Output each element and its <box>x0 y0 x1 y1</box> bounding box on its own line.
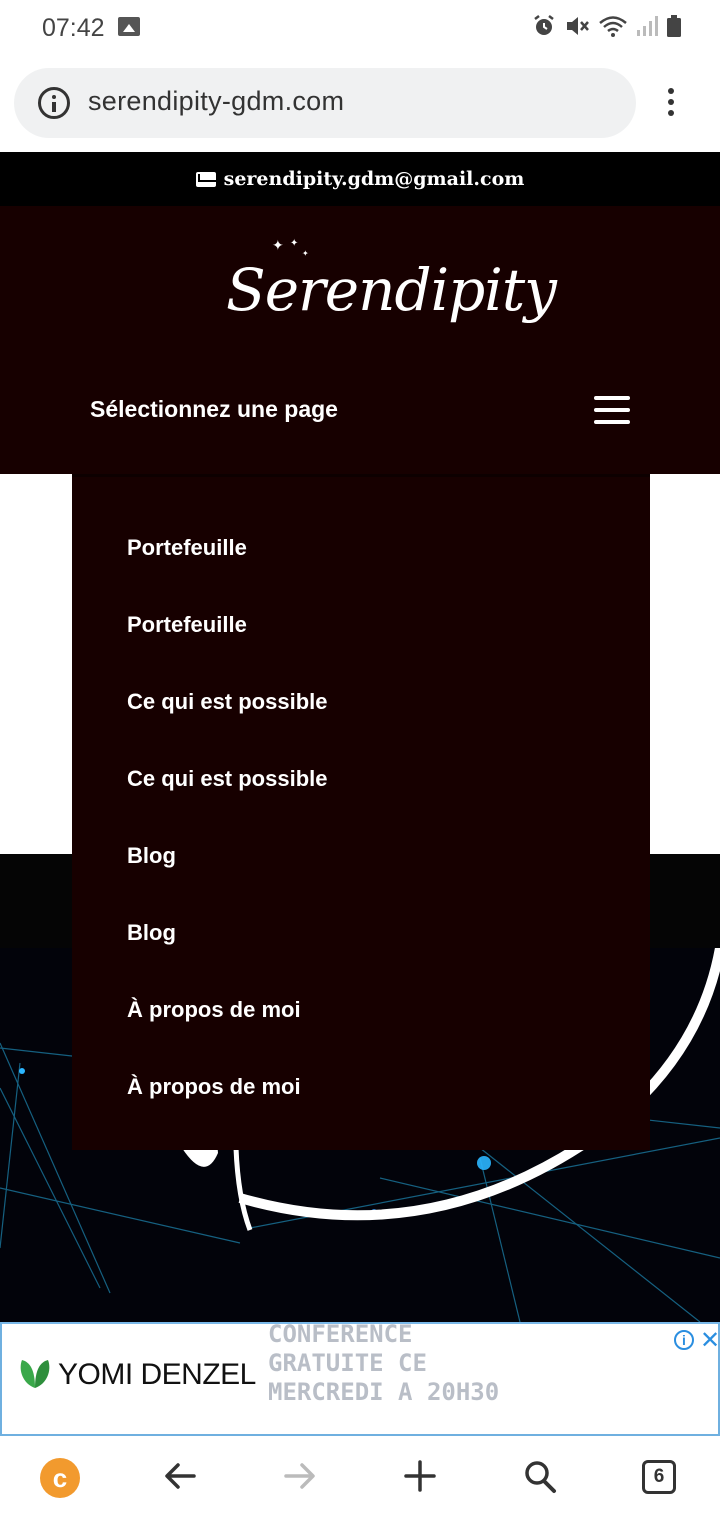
ad-info-icon[interactable]: i <box>674 1330 694 1350</box>
browser-bottom-nav: c 6 <box>0 1436 720 1520</box>
ad-headline: CONFERENCE GRATUITE CE MERCREDI A 20H30 <box>268 1320 499 1407</box>
menu-item-about[interactable]: À propos de moi <box>127 1074 301 1100</box>
signal-icon <box>637 16 658 36</box>
gallery-notification-icon <box>118 17 140 36</box>
ad-line-2: GRATUITE CE <box>268 1349 427 1377</box>
search-icon[interactable] <box>522 1454 558 1498</box>
menu-item-portefeuille[interactable]: Portefeuille <box>127 612 247 638</box>
battery-icon <box>667 15 681 37</box>
ad-line-3: MERCREDI A 20H30 <box>268 1378 500 1406</box>
page-selector-label[interactable]: Sélectionnez une page <box>90 396 338 423</box>
tabs-count-button[interactable]: 6 <box>642 1460 676 1494</box>
menu-item-possible[interactable]: Ce qui est possible <box>127 689 328 715</box>
menu-item-about[interactable]: À propos de moi <box>127 997 301 1023</box>
contact-email-link[interactable]: serendipity.gdm@gmail.com <box>224 168 525 190</box>
address-bar[interactable]: serendipity-gdm.com <box>14 68 636 138</box>
menu-item-possible[interactable]: Ce qui est possible <box>127 766 328 792</box>
ad-close-icon[interactable]: ✕ <box>700 1326 720 1355</box>
home-icon[interactable]: c <box>40 1458 80 1498</box>
site-logo[interactable]: ✦ ✦ ✦ Serendipity <box>226 236 557 348</box>
new-tab-plus-icon[interactable] <box>402 1454 438 1498</box>
back-arrow-icon[interactable] <box>162 1454 198 1498</box>
site-header: ✦ ✦ ✦ Serendipity Sélectionnez une page <box>0 206 720 474</box>
site-info-icon[interactable] <box>38 87 70 119</box>
url-text[interactable]: serendipity-gdm.com <box>88 86 344 117</box>
hamburger-menu-icon[interactable] <box>594 396 630 424</box>
top-contact-bar: serendipity.gdm@gmail.com <box>0 152 720 206</box>
svg-text:✦: ✦ <box>290 238 298 249</box>
ad-brand-name: YOMI DENZEL <box>58 1358 256 1391</box>
more-options-icon[interactable] <box>664 88 678 120</box>
status-icons <box>532 14 682 38</box>
wifi-icon <box>599 16 627 37</box>
ad-banner[interactable]: YOMI DENZEL CONFERENCE GRATUITE CE MERCR… <box>0 1320 720 1436</box>
nav-dropdown-menu: Portefeuille Portefeuille Ce qui est pos… <box>72 474 650 1150</box>
menu-item-blog[interactable]: Blog <box>127 920 176 946</box>
envelope-icon <box>195 171 216 187</box>
ad-line-1: CONFERENCE <box>268 1320 413 1348</box>
logo-wordmark: Serendipity <box>226 256 557 324</box>
forward-arrow-icon[interactable] <box>282 1454 318 1498</box>
status-time: 07:42 <box>42 14 105 42</box>
svg-text:✦: ✦ <box>272 238 284 254</box>
alarm-icon <box>534 15 554 35</box>
browser-toolbar: serendipity-gdm.com <box>0 56 720 152</box>
brand-leaf-icon <box>20 1360 50 1388</box>
menu-item-portefeuille[interactable]: Portefeuille <box>127 535 247 561</box>
status-bar: 07:42 <box>0 0 720 56</box>
mute-icon <box>567 17 589 35</box>
menu-item-blog[interactable]: Blog <box>127 843 176 869</box>
